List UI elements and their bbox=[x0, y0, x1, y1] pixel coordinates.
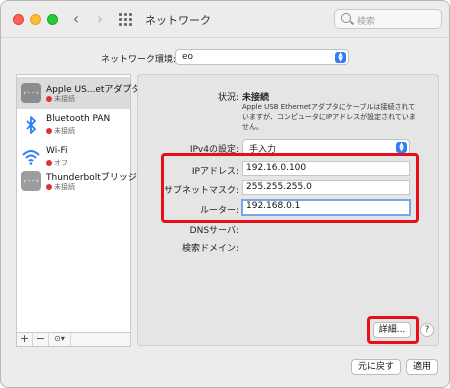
select-arrows-icon: ▲ ▼ bbox=[396, 142, 407, 153]
service-list: ‹··› Apple US...etアダプタ 未接続 Bluetooth PAN… bbox=[16, 74, 140, 346]
action-menu-button[interactable]: ⊙▾ bbox=[49, 333, 71, 346]
search-domain-label: 検索ドメイン: bbox=[181, 244, 239, 254]
forward-chevron-icon[interactable]: › bbox=[91, 10, 109, 28]
service-status: 未接続 bbox=[54, 183, 75, 191]
network-preferences-window: ‹ › ネットワーク 検索 ネットワーク環境: eo ▲ ▼ ‹··› Apple… bbox=[0, 0, 450, 388]
status-dot-icon bbox=[46, 184, 52, 190]
help-button[interactable]: ? bbox=[420, 323, 434, 337]
ethernet-icon: ‹··› bbox=[21, 83, 41, 103]
highlight-box-ip-settings bbox=[161, 153, 419, 223]
add-service-button[interactable]: + bbox=[17, 333, 33, 346]
service-item-bluetooth-pan[interactable]: Bluetooth PAN 未接続 bbox=[17, 109, 130, 141]
title-bar: ‹ › ネットワーク 検索 bbox=[1, 1, 449, 38]
service-name: Wi-Fi bbox=[46, 146, 68, 156]
show-all-grid-icon[interactable] bbox=[119, 13, 132, 26]
service-item-thunderbolt-bridge[interactable]: ‹··› Thunderboltブリッジ 未接続 bbox=[17, 165, 137, 197]
status-description: Apple USB Ethernetアダプタにケーブルは接続されていますが、コン… bbox=[242, 103, 416, 131]
minimize-window-button[interactable] bbox=[30, 14, 41, 25]
service-list-controls: + − ⊙▾ bbox=[16, 332, 131, 347]
revert-button[interactable]: 元に戻す bbox=[351, 359, 401, 375]
search-placeholder: 検索 bbox=[357, 17, 376, 27]
zoom-window-button[interactable] bbox=[47, 14, 58, 25]
apply-button[interactable]: 適用 bbox=[406, 359, 438, 375]
select-arrows-icon: ▲ ▼ bbox=[335, 52, 346, 63]
wifi-icon bbox=[22, 150, 40, 165]
location-label: ネットワーク環境: bbox=[101, 55, 177, 65]
back-chevron-icon[interactable]: ‹ bbox=[67, 10, 85, 28]
search-icon bbox=[341, 13, 351, 23]
remove-service-button[interactable]: − bbox=[33, 333, 49, 346]
dns-server-label: DNSサーバ: bbox=[189, 226, 239, 236]
window-title: ネットワーク bbox=[145, 14, 211, 27]
location-value: eo bbox=[182, 52, 194, 62]
service-item-ethernet[interactable]: ‹··› Apple US...etアダプタ 未接続 bbox=[17, 77, 140, 109]
close-window-button[interactable] bbox=[13, 14, 24, 25]
service-status: 未接続 bbox=[54, 127, 75, 135]
status-dot-icon bbox=[46, 128, 52, 134]
search-input[interactable]: 検索 bbox=[334, 9, 442, 29]
status-label: 状況: bbox=[217, 93, 239, 103]
location-select[interactable]: eo ▲ ▼ bbox=[175, 49, 349, 65]
service-name: Bluetooth PAN bbox=[46, 114, 111, 124]
status-dot-icon bbox=[46, 96, 52, 102]
bluetooth-icon bbox=[26, 116, 36, 134]
highlight-box-advanced bbox=[367, 316, 419, 344]
service-status: 未接続 bbox=[54, 95, 75, 103]
ethernet-icon: ‹··› bbox=[21, 171, 41, 191]
